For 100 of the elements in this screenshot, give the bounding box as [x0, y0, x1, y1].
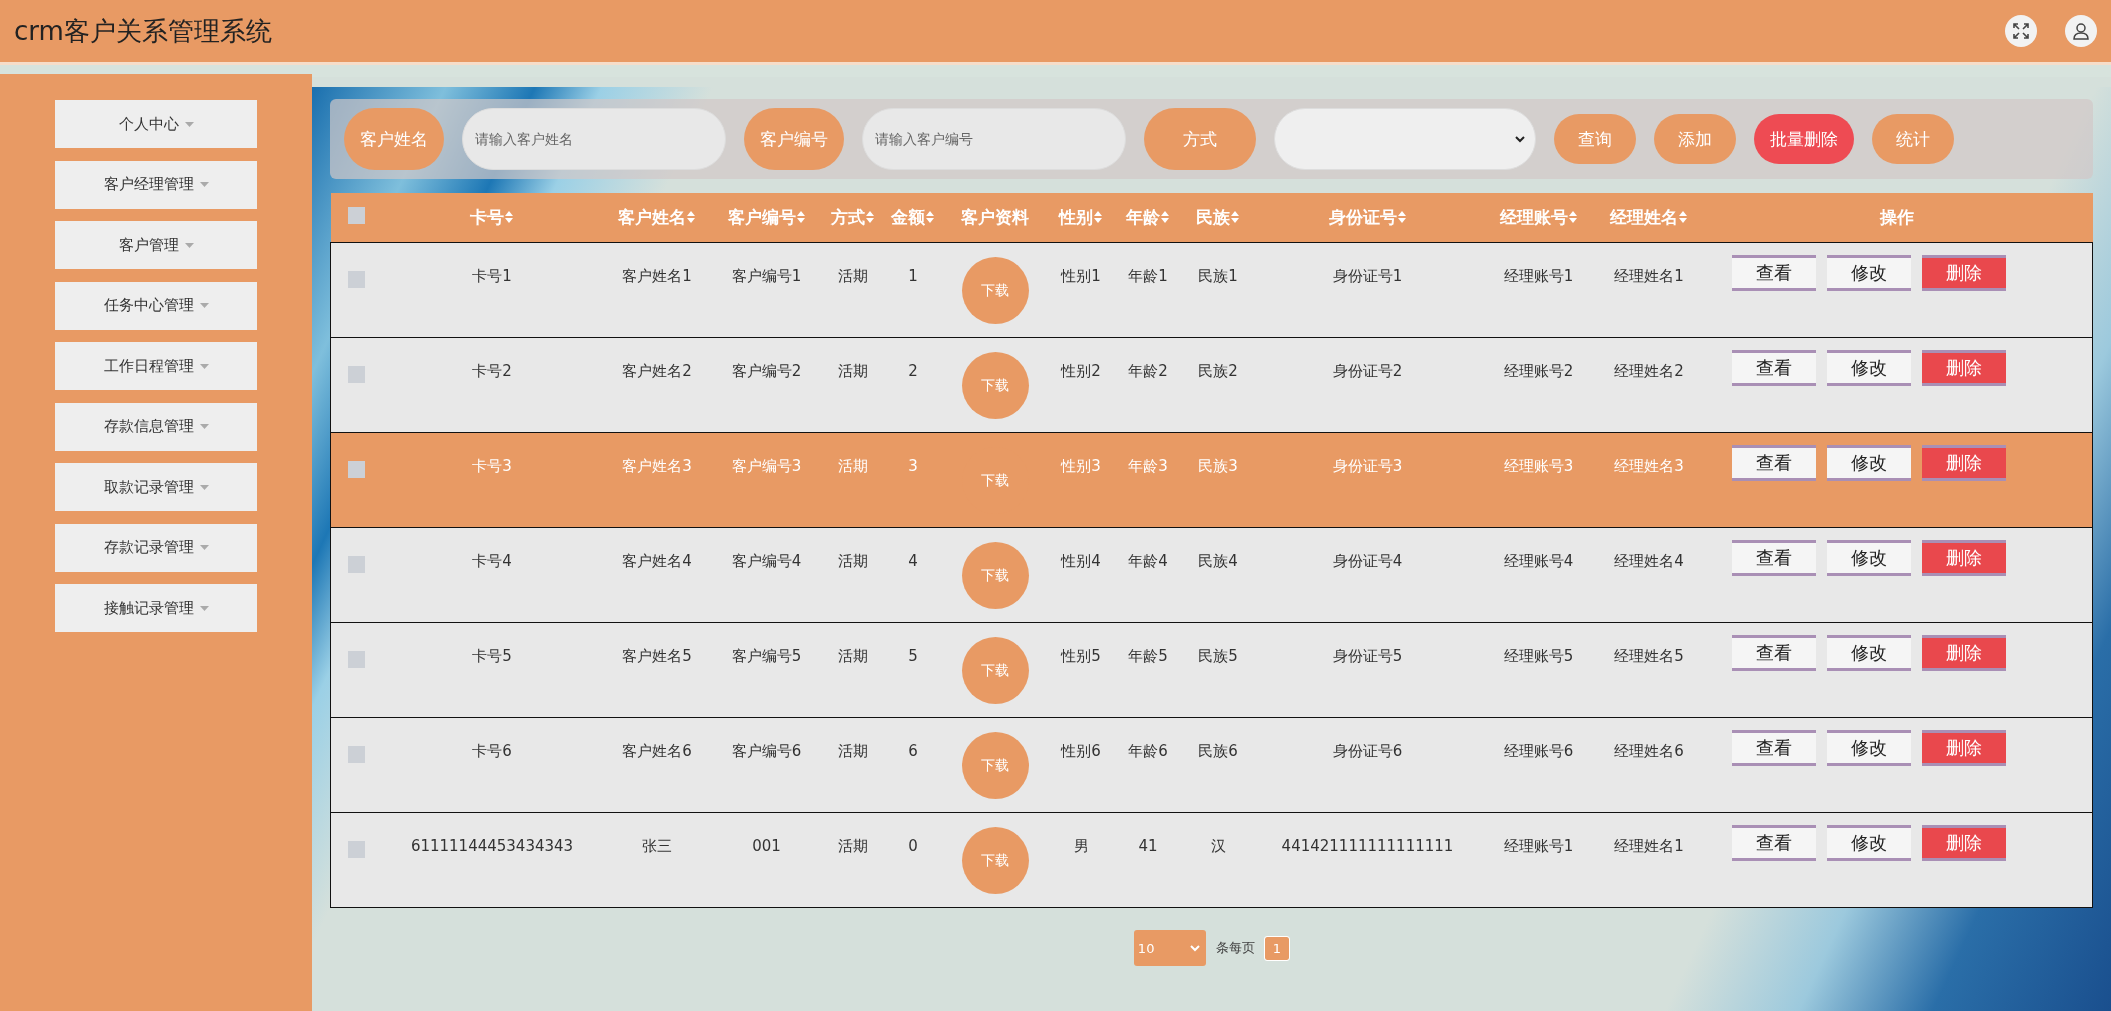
caret-icon [199, 182, 209, 187]
table-row[interactable]: 卡号2 客户姓名2 客户编号2 活期 2 下载 性别2 年龄2 民族2 身份证号2 经理账号2 经理姓名2 查看 修改 删除 [330, 337, 2093, 433]
table-cell: 客户编号4 [731, 552, 802, 570]
table-cell: 客户编号3 [731, 457, 802, 475]
table-cell: 001 [752, 837, 781, 855]
table-row[interactable]: 卡号5 客户姓名5 客户编号5 活期 5 下载 性别5 年龄5 民族5 身份证号5 经理账号5 经理姓名5 查看 修改 删除 [330, 622, 2093, 718]
delete-button[interactable]: 删除 [1921, 350, 2006, 386]
caret-icon [199, 484, 209, 490]
delete-button[interactable]: 删除 [1921, 825, 2006, 861]
table-cell: 3 [908, 457, 918, 475]
sidebar-menu-item[interactable]: 工作日程管理 [55, 342, 257, 390]
delete-button[interactable]: 删除 [1921, 540, 2006, 576]
table-row[interactable]: 卡号3 客户姓名3 客户编号3 活期 3 下载 性别3 年龄3 民族3 身份证号3 经理账号3 经理姓名3 查看 修改 删除 [330, 432, 2093, 528]
view-button[interactable]: 查看 [1731, 730, 1816, 766]
view-button[interactable]: 查看 [1731, 635, 1816, 671]
table-cell: 经理姓名1 [1614, 837, 1684, 855]
caret-icon [199, 424, 209, 429]
table-row[interactable]: 61111144453434343 张三 001 活期 0 下载 男 41 汉 441421111111111111 经理账号1 经理姓名1 查看 修改 删除 [330, 812, 2093, 908]
table-row[interactable]: 卡号4 客户姓名4 客户编号4 活期 4 下载 性别4 年龄4 民族4 身份证号4 经理账号4 经理姓名4 查看 修改 删除 [330, 527, 2093, 623]
row-checkbox[interactable] [347, 556, 365, 573]
table-cell: 2 [908, 362, 918, 380]
row-checkbox[interactable] [347, 841, 365, 858]
table-cell: 经理姓名6 [1614, 742, 1684, 760]
table-row[interactable]: 卡号1 客户姓名1 客户编号1 活期 1 下载 性别1 年龄1 民族1 身份证号1 经理账号1 经理姓名1 查看 修改 删除 [330, 242, 2093, 338]
row-checkbox[interactable] [347, 651, 365, 668]
sidebar-menu-item[interactable]: 存款信息管理 [55, 402, 257, 451]
sidebar-menu-item[interactable]: 任务中心管理 [55, 281, 257, 330]
row-checkbox[interactable] [347, 366, 365, 383]
sidebar-menu-item[interactable]: 接触记录管理 [55, 584, 257, 632]
table-cell: 经理账号1 [1503, 267, 1574, 285]
table-cell: 身份证号3 [1332, 457, 1403, 475]
delete-button[interactable]: 删除 [1921, 255, 2006, 291]
page-size-select[interactable]: 10 [1133, 930, 1206, 966]
table-cell: 441421111111111111 [1281, 837, 1454, 855]
delete-button[interactable]: 删除 [1921, 445, 2006, 481]
user-button[interactable] [2065, 15, 2097, 47]
edit-button[interactable]: 修改 [1826, 825, 1911, 861]
view-button[interactable]: 查看 [1731, 350, 1816, 386]
edit-button[interactable]: 修改 [1826, 635, 1911, 671]
caret-icon [199, 363, 209, 369]
sidebar-menu-item[interactable]: 个人中心 [55, 100, 257, 148]
edit-button[interactable]: 修改 [1826, 540, 1911, 576]
delete-button[interactable]: 删除 [1921, 635, 2006, 671]
table-cell: 民族5 [1198, 647, 1238, 665]
toolbar-button[interactable]: 添加 [1654, 114, 1736, 164]
table-cell: 年龄4 [1128, 552, 1168, 570]
row-checkbox[interactable] [347, 461, 365, 478]
toolbar-button[interactable]: 统计 [1872, 114, 1954, 164]
sidebar-menu-item[interactable]: 客户管理 [55, 221, 257, 269]
batch-delete-button[interactable]: 批量删除 [1754, 114, 1854, 164]
column-header[interactable]: 身份证号 [1328, 207, 1407, 227]
table-cell: 卡号2 [472, 362, 512, 380]
fullscreen-button[interactable] [2005, 15, 2037, 47]
sidebar-menu-item[interactable]: 取款记录管理 [55, 463, 257, 511]
select-all-checkbox[interactable] [347, 207, 365, 224]
table-cell: 经理账号6 [1503, 742, 1574, 760]
download-button[interactable]: 下载 [961, 542, 1029, 609]
table-cell: 客户编号2 [731, 362, 802, 380]
table-cell: 民族6 [1198, 742, 1238, 760]
view-button[interactable]: 查看 [1731, 255, 1816, 291]
field-label: 客户编号 [744, 108, 844, 170]
row-checkbox[interactable] [347, 746, 365, 763]
search-field[interactable]: 请输入客户姓名 [462, 108, 726, 170]
table-cell: 性别6 [1061, 742, 1101, 760]
table-cell: 经理姓名3 [1614, 457, 1684, 475]
toolbar-button[interactable]: 查询 [1554, 114, 1636, 164]
view-button[interactable]: 查看 [1731, 540, 1816, 576]
search-field[interactable]: 请输入客户编号 [862, 108, 1126, 170]
edit-button[interactable]: 修改 [1826, 255, 1911, 291]
field-label: 方式 [1144, 108, 1256, 170]
view-button[interactable]: 查看 [1731, 445, 1816, 481]
table-cell: 民族2 [1198, 362, 1238, 380]
table-cell: 客户姓名1 [622, 267, 692, 285]
view-button[interactable]: 查看 [1731, 825, 1816, 861]
table-cell: 民族3 [1198, 457, 1238, 475]
edit-button[interactable]: 修改 [1826, 350, 1911, 386]
table-cell: 汉 [1210, 837, 1226, 855]
table-cell: 经理账号5 [1503, 647, 1574, 665]
table-cell: 经理账号3 [1503, 457, 1574, 475]
edit-button[interactable]: 修改 [1826, 730, 1911, 766]
row-checkbox[interactable] [347, 271, 365, 288]
table-cell: 客户姓名5 [622, 647, 692, 665]
table-cell: 客户姓名4 [622, 552, 692, 570]
table-row[interactable]: 卡号6 客户姓名6 客户编号6 活期 6 下载 性别6 年龄6 民族6 身份证号6 经理账号6 经理姓名6 查看 修改 删除 [330, 717, 2093, 813]
user-icon [2072, 22, 2090, 40]
column-header[interactable]: 卡号 [470, 207, 514, 227]
delete-button[interactable]: 删除 [1921, 730, 2006, 766]
sidebar-menu-item[interactable]: 存款记录管理 [55, 523, 257, 572]
chevron-down-icon [1515, 135, 1525, 143]
download-button[interactable]: 下载 [961, 637, 1029, 704]
download-button[interactable]: 下载 [961, 827, 1029, 894]
download-button[interactable]: 下载 [961, 732, 1029, 799]
download-button[interactable]: 下载 [961, 352, 1029, 419]
edit-button[interactable]: 修改 [1826, 445, 1911, 481]
sidebar-menu-item[interactable]: 客户经理管理 [55, 160, 257, 209]
column-header: 客户资料 [961, 207, 1029, 227]
table-cell: 活期 [837, 837, 868, 855]
table-cell: 性别5 [1061, 647, 1101, 665]
download-button[interactable]: 下载 [961, 257, 1029, 324]
page-button[interactable]: 1 [1264, 936, 1290, 960]
